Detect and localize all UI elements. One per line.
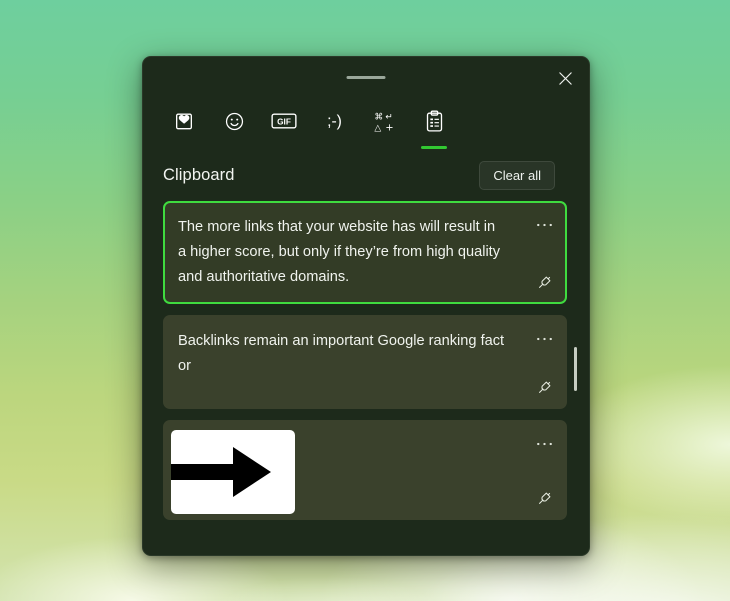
clipboard-item-text: Backlinks remain an important Google ran…	[178, 333, 505, 374]
svg-text:△: △	[374, 123, 381, 133]
heart-square-icon	[173, 110, 195, 132]
panel-titlebar	[143, 57, 589, 99]
ellipsis-icon	[536, 223, 552, 227]
pin-icon	[538, 381, 550, 393]
tab-most-recently-used[interactable]	[159, 99, 209, 143]
tab-symbols[interactable]: ⌘ ↵ △ +	[359, 99, 409, 143]
right-arrow-image	[171, 447, 271, 497]
clipboard-header: Clipboard Clear all	[143, 153, 589, 195]
pin-icon	[538, 276, 550, 288]
tab-emoji[interactable]	[209, 99, 259, 143]
clipboard-item-text: The more links that your website has wil…	[178, 219, 505, 285]
page-title: Clipboard	[163, 165, 235, 184]
scrollbar-thumb[interactable]	[574, 347, 577, 391]
smiley-face-icon	[224, 111, 245, 132]
gif-icon: GIF	[271, 111, 297, 131]
kaomoji-icon: ;-)	[321, 109, 348, 133]
svg-text:↵: ↵	[385, 113, 392, 123]
symbols-icon: ⌘ ↵ △ +	[372, 109, 397, 134]
clipboard-item-thumbnail	[171, 430, 295, 514]
clipboard-list: The more links that your website has wil…	[143, 195, 589, 551]
tab-clipboard[interactable]	[409, 99, 459, 149]
drag-handle[interactable]	[346, 76, 386, 79]
pin-icon	[538, 492, 550, 504]
active-tab-indicator	[421, 146, 447, 149]
tabstrip: GIF ;-) ⌘ ↵ △ +	[143, 99, 589, 153]
scrollbar-track[interactable]	[571, 195, 581, 545]
clear-all-button[interactable]: Clear all	[479, 160, 555, 190]
svg-text:;-): ;-)	[327, 113, 342, 130]
ellipsis-icon	[536, 442, 552, 446]
svg-text:GIF: GIF	[277, 118, 291, 127]
clipboard-icon	[424, 109, 445, 133]
list-item[interactable]	[163, 420, 567, 520]
clipboard-history-panel: GIF ;-) ⌘ ↵ △ + Clipboard Clear all The …	[142, 56, 590, 556]
item-more-button[interactable]	[531, 213, 557, 237]
tab-kaomoji[interactable]: ;-)	[309, 99, 359, 143]
tab-gif[interactable]: GIF	[259, 99, 309, 143]
item-more-button[interactable]	[531, 327, 557, 351]
list-item[interactable]: The more links that your website has wil…	[163, 201, 567, 304]
item-pin-button[interactable]	[531, 270, 557, 294]
item-more-button[interactable]	[531, 432, 557, 456]
svg-text:+: +	[385, 122, 393, 133]
close-button[interactable]	[549, 63, 581, 93]
item-pin-button[interactable]	[531, 486, 557, 510]
close-icon	[558, 71, 572, 85]
ellipsis-icon	[536, 337, 552, 341]
desktop-wallpaper: GIF ;-) ⌘ ↵ △ + Clipboard Clear all The …	[0, 0, 730, 601]
item-pin-button[interactable]	[531, 375, 557, 399]
svg-text:⌘: ⌘	[374, 113, 383, 123]
list-item[interactable]: Backlinks remain an important Google ran…	[163, 315, 567, 409]
